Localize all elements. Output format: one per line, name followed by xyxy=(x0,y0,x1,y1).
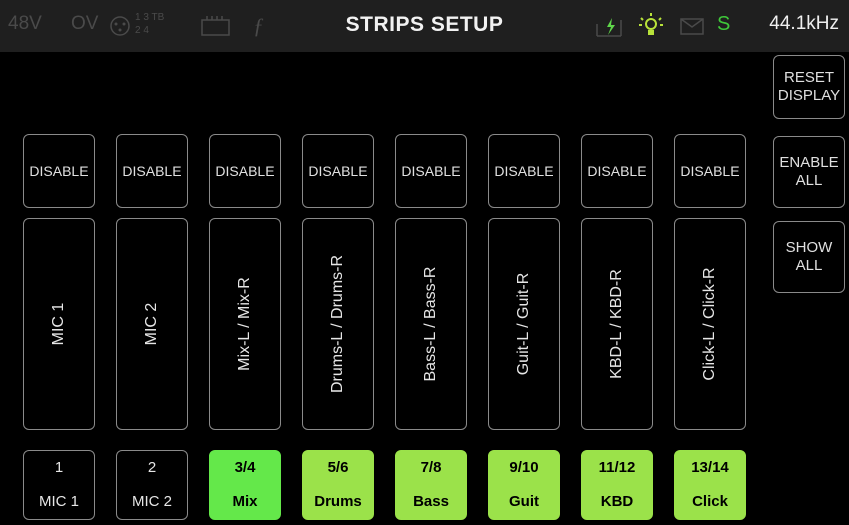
strip-name-label: Mix-L / Mix-R xyxy=(236,277,253,371)
disable-button-strip-3[interactable]: DISABLE xyxy=(209,134,281,208)
strip-name-label: MIC 2 xyxy=(143,302,160,346)
channel-button-8[interactable]: 13/14 Click xyxy=(674,450,746,520)
channel-number: 13/14 xyxy=(691,459,729,476)
disable-button-strip-1[interactable]: DISABLE xyxy=(23,134,95,208)
channel-number: 11/12 xyxy=(598,459,636,476)
channel-number: 5/6 xyxy=(327,459,349,476)
show-all-line2: ALL xyxy=(795,257,823,274)
sample-rate: 44.1kHz xyxy=(769,13,839,34)
channel-short-name: Bass xyxy=(413,493,449,510)
channel-number: 7/8 xyxy=(420,459,442,476)
channel-button-1[interactable]: 1 MIC 1 xyxy=(23,450,95,520)
channel-button-4[interactable]: 5/6 Drums xyxy=(302,450,374,520)
disable-button-strip-6[interactable]: DISABLE xyxy=(488,134,560,208)
strip-name-label: Drums-L / Drums-R xyxy=(329,254,346,394)
show-all-line1: SHOW xyxy=(785,239,833,256)
strip-name-1[interactable]: MIC 1 xyxy=(23,218,95,430)
strip-name-7[interactable]: KBD-L / KBD-R xyxy=(581,218,653,430)
strip-name-label: Click-L / Click-R xyxy=(701,267,718,381)
channel-number: 9/10 xyxy=(509,459,539,476)
sync-indicator: S xyxy=(717,13,731,35)
enable-all-button[interactable]: ENABLE ALL xyxy=(773,136,845,208)
strip-name-5[interactable]: Bass-L / Bass-R xyxy=(395,218,467,430)
strip-name-label: MIC 1 xyxy=(50,302,67,346)
disable-button-strip-4[interactable]: DISABLE xyxy=(302,134,374,208)
channel-button-6[interactable]: 9/10 Guit xyxy=(488,450,560,520)
channel-short-name: Drums xyxy=(314,493,362,510)
strip-name-2[interactable]: MIC 2 xyxy=(116,218,188,430)
enable-all-line2: ALL xyxy=(795,172,823,189)
reset-display-line2: DISPLAY xyxy=(777,87,841,104)
channel-short-name: Mix xyxy=(232,493,258,510)
channel-number: 2 xyxy=(147,459,157,476)
channel-short-name: KBD xyxy=(600,493,634,510)
channel-short-name: Guit xyxy=(509,493,539,510)
strip-name-label: Guit-L / Guit-R xyxy=(515,272,532,376)
battery-charging-icon xyxy=(596,18,622,37)
channel-button-5[interactable]: 7/8 Bass xyxy=(395,450,467,520)
mail-icon xyxy=(680,18,704,35)
disable-button-strip-2[interactable]: DISABLE xyxy=(116,134,188,208)
channel-short-name: MIC 1 xyxy=(38,493,79,510)
reset-display-button[interactable]: RESET DISPLAY xyxy=(773,55,845,119)
strip-name-label: KBD-L / KBD-R xyxy=(608,269,625,379)
channel-button-3[interactable]: 3/4 Mix xyxy=(209,450,281,520)
strip-name-4[interactable]: Drums-L / Drums-R xyxy=(302,218,374,430)
channel-short-name: Click xyxy=(692,493,728,510)
channel-number: 1 xyxy=(54,459,64,476)
strip-name-label: Bass-L / Bass-R xyxy=(422,266,439,382)
channel-button-2[interactable]: 2 MIC 2 xyxy=(116,450,188,520)
channel-number: 3/4 xyxy=(234,459,256,476)
disable-button-strip-7[interactable]: DISABLE xyxy=(581,134,653,208)
show-all-button[interactable]: SHOW ALL xyxy=(773,221,845,293)
channel-short-name: MIC 2 xyxy=(131,493,172,510)
disable-button-strip-8[interactable]: DISABLE xyxy=(674,134,746,208)
disable-button-strip-5[interactable]: DISABLE xyxy=(395,134,467,208)
channel-button-7[interactable]: 11/12 KBD xyxy=(581,450,653,520)
strip-name-8[interactable]: Click-L / Click-R xyxy=(674,218,746,430)
strip-name-6[interactable]: Guit-L / Guit-R xyxy=(488,218,560,430)
lightbulb-icon xyxy=(639,13,663,35)
status-bar: 48V OV 1 3 TB 2 4 ƒ STRIPS SETUP S 44.1k… xyxy=(0,0,849,52)
enable-all-line1: ENABLE xyxy=(779,154,839,171)
strip-name-3[interactable]: Mix-L / Mix-R xyxy=(209,218,281,430)
reset-display-line1: RESET xyxy=(783,69,834,86)
